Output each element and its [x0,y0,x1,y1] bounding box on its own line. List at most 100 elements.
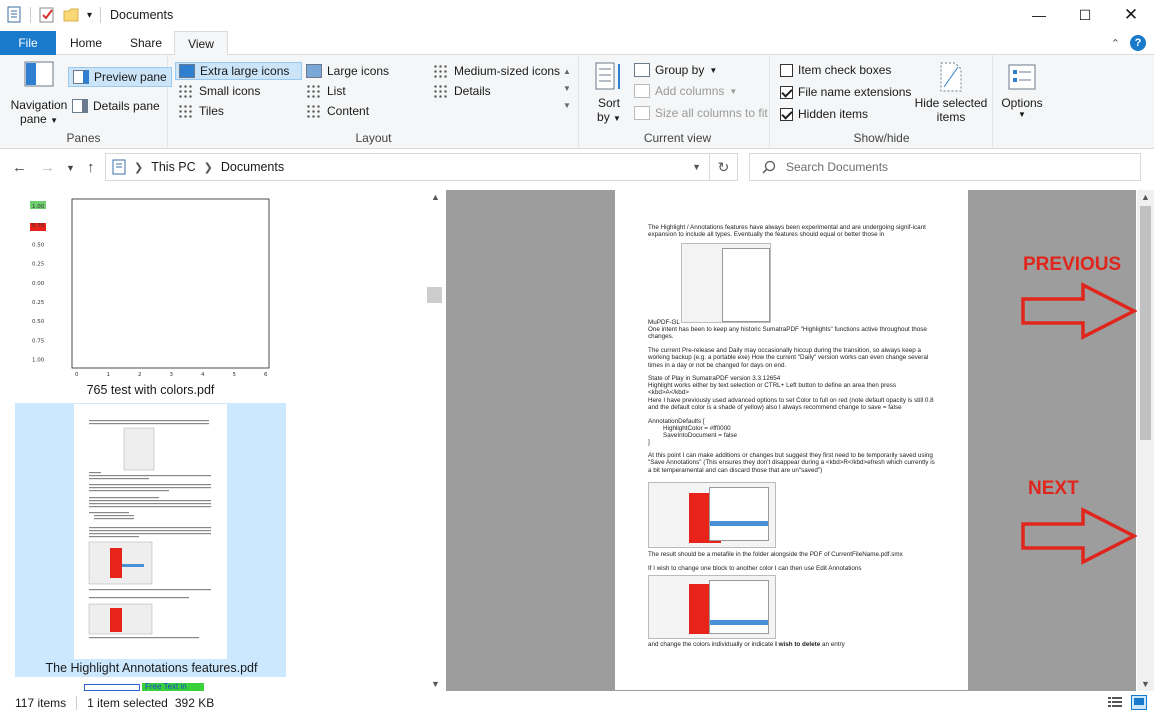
large-icons-view-icon[interactable] [1131,695,1147,710]
size-columns-icon [634,106,650,120]
scrollbar-thumb[interactable] [1140,206,1151,440]
current-view-group: Sort by ▼ Group by ▼ Add columns ▼ Size … [586,55,770,149]
checkmark-icon[interactable] [39,6,55,24]
scroll-up-icon[interactable]: ▲ [1141,192,1150,202]
add-columns-button[interactable]: Add columns ▼ [634,84,737,98]
medium-icons-button[interactable]: Medium-sized icons [433,64,560,78]
search-box[interactable]: Search Documents [749,153,1141,181]
small-icons-icon [178,84,194,98]
dropdown-arrow-icon: ▼ [729,86,738,96]
maximize-button[interactable]: ☐ [1062,0,1108,30]
dropdown-arrow-icon: ▼ [1018,110,1026,119]
file-item[interactable]: Free Text in Blue [84,683,204,691]
item-check-boxes-label: Item check boxes [798,63,892,77]
breadcrumb-documents[interactable]: Documents [221,160,284,174]
content-button[interactable]: Content [306,104,369,118]
tiles-button[interactable]: Tiles [178,104,224,118]
preview-scrollbar[interactable]: ▲ ▼ [1137,190,1154,691]
tab-view[interactable]: View [174,31,228,56]
search-icon [762,160,776,174]
file-name-extensions-label: File name extensions [798,85,912,99]
file-list-scrollbar[interactable]: ▲ ▼ [427,190,444,691]
navigation-pane-label: Navigation [10,98,68,112]
file-item[interactable]: 1.00 0.75 0.50 0.25 0.00 0.25 0.50 0.75 1.00 0 1 2… [15,190,286,402]
close-button[interactable]: ✕ [1108,0,1154,30]
hide-selected-items-button[interactable]: Hide selected items [913,61,989,124]
address-bar[interactable]: ❯ This PC ❯ Documents ▼ ↻ [105,153,738,181]
file-name-extensions-toggle[interactable]: File name extensions [780,85,911,99]
file-thumbnail: 1.00 0.75 0.50 0.25 0.00 0.25 0.50 0.75 1.00 0 1 2… [15,190,286,380]
item-check-boxes-checkbox[interactable] [780,63,793,77]
status-bar: 117 items 1 item selected 392 KB [0,691,1154,715]
medium-icons-icon [433,64,449,78]
collapse-ribbon-icon[interactable]: ⌃ [1111,37,1120,50]
preview-pane-icon [73,70,89,84]
scrollbar-thumb[interactable] [427,287,442,303]
pdf-page: The Highlight / Annotations features hav… [615,190,968,690]
navigation-pane-button[interactable]: Navigation pane ▼ [8,61,70,126]
large-icons-icon [306,64,322,78]
refresh-icon[interactable]: ↻ [709,154,737,180]
minimize-button[interactable]: — [1016,0,1062,30]
up-arrow-icon[interactable]: ↑ [87,159,95,176]
breadcrumb-separator-icon[interactable]: ❯ [134,161,143,174]
selection-size: 392 KB [174,696,215,710]
details-view-label: Details [454,84,491,98]
scroll-up-icon[interactable]: ▲ [431,192,440,202]
small-icons-button[interactable]: Small icons [178,84,260,98]
content-icon [306,104,322,118]
tiles-icon [178,104,194,118]
help-icon[interactable]: ? [1130,35,1146,51]
thumbnail-y-tick: 0.50 [32,242,45,248]
sort-by-button[interactable]: Sort by ▼ [594,61,624,124]
file-list: 1.00 0.75 0.50 0.25 0.00 0.25 0.50 0.75 1.00 0 1 2… [0,186,427,691]
scroll-down-icon[interactable]: ▼ [1141,679,1150,689]
hidden-items-toggle[interactable]: Hidden items [780,107,868,121]
thumbnail-y-tick: 1.00 [32,204,45,210]
size-all-columns-button[interactable]: Size all columns to fit [634,106,768,120]
tab-share[interactable]: Share [118,31,174,55]
scroll-down-icon[interactable]: ▼ [431,679,440,689]
small-icons-label: Small icons [199,84,261,98]
sort-by-label-2: by [597,110,610,124]
customize-toolbar-chevron-icon[interactable]: ▾ [87,10,92,21]
file-item-selected[interactable]: The Highlight Annotations features.pdf [15,403,286,677]
panes-group-label: Panes [66,131,101,145]
tiles-label: Tiles [199,104,224,118]
dropdown-arrow-icon: ▼ [709,65,718,75]
item-check-boxes-toggle[interactable]: Item check boxes [780,63,891,77]
hide-selected-label-2: items [936,110,966,124]
thumbnail-x-tick: 3 [170,372,174,378]
group-by-button[interactable]: Group by ▼ [634,63,717,77]
new-folder-icon[interactable] [63,6,79,24]
file-thumbnail [74,404,227,659]
selection-count: 1 item selected [87,696,168,710]
recent-locations-chevron-icon[interactable]: ▼ [66,163,75,173]
address-dropdown-icon[interactable]: ▼ [692,162,701,172]
thumbnail-y-tick: 0.25 [32,262,45,268]
extra-large-icons-button[interactable]: Extra large icons [175,62,302,80]
properties-icon[interactable] [6,6,22,24]
breadcrumb-separator-icon[interactable]: ❯ [204,161,213,174]
details-pane-button[interactable]: Details pane [72,99,160,113]
breadcrumb-this-pc[interactable]: This PC [151,160,195,174]
navigation-bar: ← → ▼ ↑ ❯ This PC ❯ Documents ▼ ↻ Search… [0,150,1154,186]
large-icons-button[interactable]: Large icons [306,64,389,78]
file-name-extensions-checkbox[interactable] [780,85,793,99]
tab-home[interactable]: Home [58,31,114,55]
back-arrow-icon[interactable]: ← [12,159,27,176]
preview-pane-button[interactable]: Preview pane [68,67,172,87]
layout-gallery-scroll[interactable]: ▲ ▼ ▼ [563,63,571,114]
preview-text: and change the colors individually or in… [648,641,776,648]
details-view-icon[interactable] [1108,696,1122,709]
preview-pane: The Highlight / Annotations features hav… [446,190,1138,691]
options-button[interactable]: Options ▼ [998,63,1046,119]
add-columns-label: Add columns [655,84,725,98]
layout-group-label: Layout [355,131,392,145]
details-view-button[interactable]: Details [433,84,491,98]
hidden-items-checkbox[interactable] [780,107,793,121]
tab-file[interactable]: File [0,31,56,55]
forward-arrow-icon[interactable]: → [40,159,55,176]
hide-selected-icon [940,62,962,92]
list-button[interactable]: List [306,84,346,98]
